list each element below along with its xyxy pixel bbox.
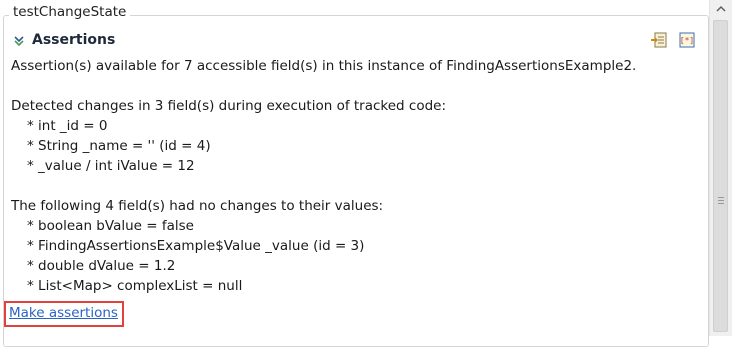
svg-text:[*]: [*] — [680, 36, 694, 45]
changed-field: * String _name = '' (id = 4) — [27, 138, 211, 154]
summary-text: Assertion(s) available for 7 accessible … — [11, 58, 637, 74]
scroll-up-icon[interactable] — [710, 0, 732, 18]
group-title: testChangeState — [9, 4, 131, 20]
unchanged-field: * double dValue = 1.2 — [27, 258, 176, 274]
unchanged-field: * FindingAssertionsExample$Value _value … — [27, 238, 365, 254]
section-title: Assertions — [32, 32, 116, 48]
unchanged-field: * boolean bValue = false — [27, 218, 194, 234]
changed-field: * int _id = 0 — [27, 118, 108, 134]
assertion-config-icon[interactable]: [*] — [678, 31, 696, 49]
scrollbar-thumb[interactable] — [713, 20, 728, 332]
unchanged-field: * List<Map> complexList = null — [27, 278, 243, 294]
vertical-scrollbar[interactable] — [709, 0, 732, 336]
changes-header: Detected changes in 3 field(s) during ex… — [11, 98, 447, 114]
collapse-toggle-icon[interactable] — [14, 34, 24, 46]
unchanged-header: The following 4 field(s) had no changes … — [11, 198, 384, 214]
section-header: Assertions [*] — [14, 31, 704, 51]
changed-field: * _value / int iValue = 12 — [27, 158, 195, 174]
make-assertions-link[interactable]: Make assertions — [9, 305, 118, 321]
import-icon[interactable] — [650, 31, 668, 49]
